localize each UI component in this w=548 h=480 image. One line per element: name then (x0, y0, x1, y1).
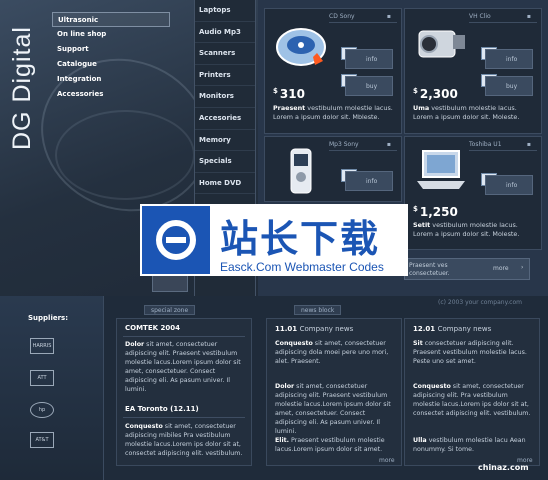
tab-special-zone[interactable]: special zone (144, 305, 196, 315)
news-text: Dolor sit amet, consectetuer adipiscing … (275, 383, 391, 435)
category-monitors[interactable]: Monitors (195, 86, 255, 108)
news-column: 11.01 Company news Conquesto sit amet, c… (266, 318, 402, 466)
main-nav: Ultrasonic On line shop Support Catalogu… (52, 12, 170, 102)
brand-logo: DG Digital (8, 26, 36, 150)
mp3-player-icon (273, 145, 329, 201)
category-scanners[interactable]: Scanners (195, 43, 255, 65)
product-price: $2,300 (413, 87, 458, 101)
info-button[interactable]: info (485, 175, 533, 195)
product-price: $1,250 (413, 205, 458, 219)
info-button[interactable]: info (345, 171, 393, 191)
cd-player-icon (273, 17, 329, 73)
product-card: CD Sony ▪ info buy $310 Praesent vestibul… (264, 8, 402, 134)
category-memory[interactable]: Memory (195, 130, 255, 152)
product-price: $310 (273, 87, 305, 101)
chinaz-watermark: chinaz.com (478, 463, 529, 472)
special-item-title: COMTEK 2004 (125, 324, 180, 332)
product-card: VH Clio ▪ info buy $2,300 Uma vestibulum … (404, 8, 542, 134)
special-zone-column: COMTEK 2004 Dolor sit amet, consectetuer… (116, 318, 252, 466)
more-link[interactable]: more (379, 457, 395, 464)
product-description: Praesent vestibulum molestie lacus. Lore… (273, 104, 393, 121)
nav-ultrasonic[interactable]: Ultrasonic (52, 12, 170, 27)
suppliers-sidebar (0, 296, 104, 480)
product-card: Toshiba U1 ▪ info $1,250 Setit vestibulum… (404, 136, 542, 250)
info-button[interactable]: info (485, 49, 533, 69)
nav-integration[interactable]: Integration (52, 72, 170, 87)
suppliers-title: Suppliers: (28, 314, 69, 322)
category-accesories[interactable]: Accesories (195, 108, 255, 130)
nav-catalogue[interactable]: Catalogue (52, 57, 170, 72)
promo-text: consectetuer. (409, 270, 450, 277)
buy-button[interactable]: buy (345, 76, 393, 96)
supplier-logo-at-t[interactable]: AT&T (30, 432, 54, 448)
copyright: (c) 2003 your company.com (438, 299, 522, 306)
news-heading: 11.01 Company news (275, 325, 354, 333)
news-column: 12.01 Company news Sit consectetuer adip… (404, 318, 540, 466)
category-home-dvd[interactable]: Home DVD (195, 173, 255, 195)
news-text: Sit consectetuer adipiscing elit. Praese… (413, 340, 527, 365)
special-item-text: Conquesto sit amet, consectetuer adipisc… (125, 423, 243, 457)
product-card: Mp3 Sony ▪ info (264, 136, 402, 202)
arrow-right-icon[interactable]: › (521, 264, 523, 271)
nav-accessories[interactable]: Accessories (52, 87, 170, 102)
buy-button[interactable]: buy (485, 76, 533, 96)
news-text: Ulla vestibulum molestie lacu Aean nonum… (413, 437, 526, 453)
category-printers[interactable]: Printers (195, 65, 255, 87)
special-item-title: EA Toronto (12.11) (125, 405, 199, 413)
category-laptops[interactable]: Laptops (195, 0, 255, 22)
product-brand: Mp3 Sony ▪ (329, 141, 397, 151)
laptop-icon (413, 145, 469, 201)
nav-support[interactable]: Support (52, 42, 170, 57)
news-heading: 12.01 Company news (413, 325, 492, 333)
category-audio-mp3[interactable]: Audio Mp3 (195, 22, 255, 44)
watermark-banner: 站长下载 Easck.Com Webmaster Codes (140, 204, 408, 276)
watermark-logo-icon (142, 206, 210, 274)
category-specials[interactable]: Specials (195, 151, 255, 173)
supplier-logo-harris[interactable]: HARRIS (30, 338, 54, 354)
special-item-text: Dolor sit amet, consectetuer adipiscing … (125, 341, 241, 393)
promo-text: Praesent ves (409, 262, 448, 269)
info-button[interactable]: info (345, 49, 393, 69)
product-description: Setit vestibulum molestie lacus. Lorem a… (413, 221, 520, 238)
supplier-logo-hp[interactable]: hp (30, 402, 54, 418)
divider (123, 336, 245, 337)
decorative-swirl (55, 110, 195, 200)
more-link[interactable]: more (493, 265, 509, 272)
product-brand: CD Sony ▪ (329, 13, 397, 23)
nav-online-shop[interactable]: On line shop (52, 27, 170, 42)
watermark-en: Easck.Com Webmaster Codes (220, 260, 384, 274)
watermark-cn: 站长下载 (220, 217, 381, 261)
product-brand: VH Clio ▪ (469, 13, 537, 23)
news-text: Conquesto sit amet, consectetuer adipisc… (275, 340, 389, 365)
camcorder-icon (413, 17, 469, 73)
divider (123, 417, 245, 418)
promo-strip: Praesent ves consectetuer. more › (404, 258, 530, 280)
product-brand: Toshiba U1 ▪ (469, 141, 537, 151)
news-text: Elit. Praesent vestibulum molestie lacus… (275, 437, 385, 453)
tab-news-block[interactable]: news block (294, 305, 342, 315)
news-text: Conquesto sit amet, consectetuer adipisc… (413, 383, 531, 417)
supplier-logo-att[interactable]: ATT (30, 370, 54, 386)
product-description: Uma vestibulum molestie lacus. Lorem a i… (413, 104, 520, 121)
